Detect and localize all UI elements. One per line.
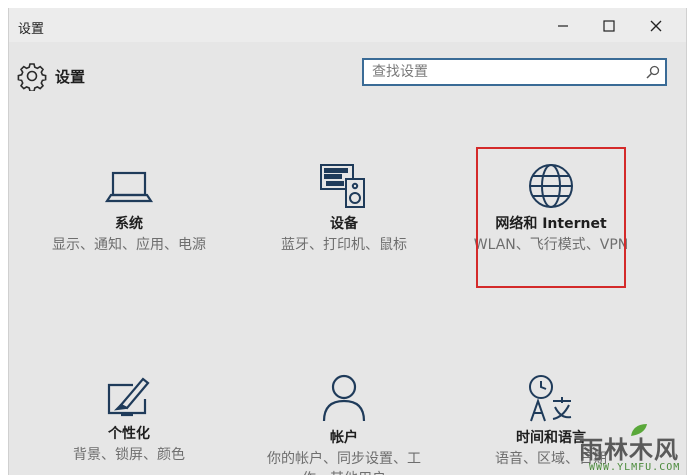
scrollbar[interactable]	[665, 106, 679, 475]
tile-system[interactable]: 系统 显示、通知、应用、电源	[34, 163, 224, 255]
tile-label: 帐户	[330, 430, 358, 446]
person-icon	[322, 374, 366, 422]
tile-label: 网络和 Internet	[495, 216, 607, 232]
tile-personalization[interactable]: 个性化 背景、锁屏、颜色	[34, 373, 224, 465]
close-icon	[650, 20, 662, 32]
search-box[interactable]	[362, 58, 667, 86]
tile-label: 设备	[330, 216, 358, 232]
time-language-icon	[529, 375, 572, 422]
tile-description: WLAN、飞行模式、VPN	[473, 237, 629, 253]
tile-label: 时间和语言	[516, 430, 586, 446]
close-button[interactable]	[641, 14, 671, 38]
tile-description: 蓝牙、打印机、鼠标	[281, 237, 407, 253]
tile-description: 你的帐户、同步设置、工作、其他用户	[267, 451, 421, 475]
tile-devices[interactable]: 设备 蓝牙、打印机、鼠标	[249, 163, 439, 255]
tile-description: 语音、区域、日期	[495, 451, 607, 467]
page-title: 设置	[55, 68, 86, 86]
settings-window: 设置 设置 查找设置 系统 显示、通知、应用、电源 设备 蓝牙、打印机、鼠标 网…	[8, 8, 687, 475]
maximize-button[interactable]	[594, 14, 624, 38]
laptop-icon	[104, 171, 154, 203]
tile-accounts[interactable]: 帐户 你的帐户、同步设置、工作、其他用户	[249, 373, 439, 475]
personalization-icon	[107, 377, 150, 417]
window-title: 设置	[18, 22, 45, 37]
devices-icon	[320, 164, 365, 208]
tile-description: 显示、通知、应用、电源	[52, 237, 206, 253]
tile-label: 系统	[115, 216, 143, 232]
gear-icon	[17, 63, 47, 91]
minimize-button[interactable]	[548, 14, 578, 38]
minimize-icon	[558, 25, 568, 27]
globe-icon	[529, 164, 573, 208]
search-input[interactable]	[364, 60, 652, 84]
tile-time-language[interactable]: 时间和语言 语音、区域、日期	[456, 373, 646, 469]
tile-network-internet[interactable]: 网络和 Internet WLAN、飞行模式、VPN	[456, 163, 646, 255]
title-bar[interactable]: 设置	[9, 8, 686, 42]
tile-description: 背景、锁屏、颜色	[73, 447, 185, 463]
search-icon[interactable]	[645, 64, 661, 80]
tile-label: 个性化	[108, 426, 150, 442]
settings-header: 设置	[9, 42, 686, 104]
maximize-icon	[603, 20, 615, 32]
